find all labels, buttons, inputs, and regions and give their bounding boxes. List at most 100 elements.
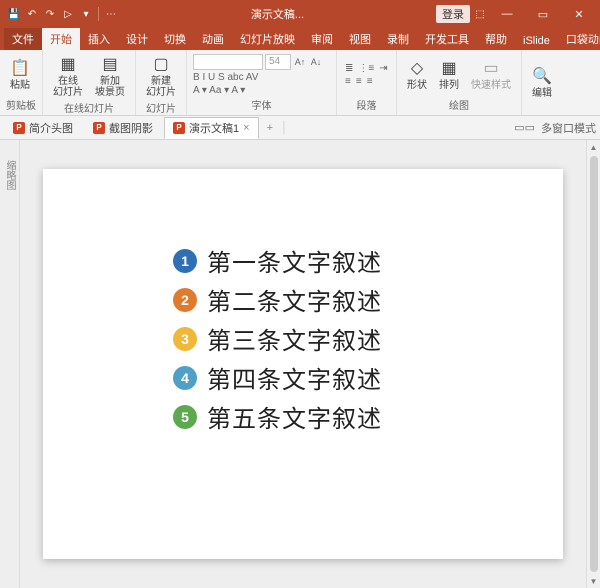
group-label-clipboard: 剪贴板 [6, 97, 36, 113]
minimize-button[interactable]: — [490, 0, 524, 28]
tab-developer[interactable]: 开发工具 [417, 28, 477, 50]
scroll-down-icon[interactable]: ▼ [587, 574, 600, 588]
align-left-icon[interactable]: ≡ [343, 76, 353, 87]
tab-help[interactable]: 帮助 [477, 28, 515, 50]
numbering-icon[interactable]: ⋮≡ [356, 63, 376, 74]
ribbon-body: 📋 粘贴 剪贴板 ▦ 在线 幻灯片 ▤ 新加 坡景页 在线幻灯片 ▢ 新建 幻灯… [0, 50, 600, 116]
doc-tab-label: 演示文稿1 [189, 120, 239, 136]
scroll-up-icon[interactable]: ▲ [587, 140, 600, 154]
ribbon-options-icon[interactable]: ⋯ [103, 6, 119, 22]
editing-button[interactable]: 🔍 编辑 [528, 64, 556, 101]
tab-pocket-anim[interactable]: 口袋动画 PA [558, 28, 600, 50]
multi-window-icon: ▭▭ [514, 121, 535, 134]
slide[interactable]: 1 第一条文字叙述 2 第二条文字叙述 3 第三条文字叙述 4 第四条文字叙述 … [43, 169, 563, 559]
doc-tab-label: 截图阴影 [109, 120, 153, 136]
title-bar: 💾 ↶ ↷ ▷ ▾ ⋯ 演示文稿... 登录 ⬚ — ▭ ✕ [0, 0, 600, 28]
indent-icon[interactable]: ⇥ [377, 63, 389, 74]
ppt-icon: P [93, 122, 105, 134]
close-button[interactable]: ✕ [562, 0, 596, 28]
list-item-text: 第四条文字叙述 [207, 360, 382, 395]
bullet-number: 2 [173, 288, 197, 312]
tab-insert[interactable]: 插入 [80, 28, 118, 50]
font-color-row[interactable]: A ▾ Aa ▾ A ▾ [193, 85, 323, 96]
new-slide-icon: ▢ [151, 54, 171, 74]
qat-more-icon[interactable]: ▾ [78, 6, 94, 22]
list-item: 1 第一条文字叙述 [173, 243, 523, 278]
group-label-font: 字体 [193, 97, 330, 113]
font-style-row[interactable]: B I U S abc AV [193, 72, 323, 83]
arrange-icon: ▦ [439, 58, 459, 78]
group-online-slides: ▦ 在线 幻灯片 ▤ 新加 坡景页 在线幻灯片 [43, 50, 136, 115]
group-font: 54 A↑ A↓ B I U S abc AV A ▾ Aa ▾ A ▾ 字体 [187, 50, 337, 115]
bullet-number: 1 [173, 249, 197, 273]
tab-slideshow[interactable]: 幻灯片放映 [232, 28, 303, 50]
list-item: 2 第二条文字叙述 [173, 282, 523, 317]
slide-canvas-area: 1 第一条文字叙述 2 第二条文字叙述 3 第三条文字叙述 4 第四条文字叙述 … [20, 140, 586, 588]
shapes-icon: ◇ [407, 58, 427, 78]
bullet-number: 5 [173, 405, 197, 429]
quick-styles-button[interactable]: ▭ 快速样式 [467, 56, 515, 93]
tab-animations[interactable]: 动画 [194, 28, 232, 50]
redo-icon[interactable]: ↷ [42, 6, 58, 22]
multi-window-button[interactable]: 多窗口模式 [541, 120, 596, 136]
new-tab-button[interactable]: + [261, 122, 279, 134]
tab-file[interactable]: 文件 [4, 28, 42, 50]
online-slide-button[interactable]: ▦ 在线 幻灯片 [49, 52, 87, 100]
window-title: 演示文稿... [119, 6, 436, 22]
doc-tab-2[interactable]: P 演示文稿1 × [164, 117, 259, 139]
close-tab-icon[interactable]: × [243, 122, 249, 134]
work-area: 缩略图 1 第一条文字叙述 2 第二条文字叙述 3 第三条文字叙述 4 第四条 [0, 140, 600, 588]
list-item: 3 第三条文字叙述 [173, 321, 523, 356]
list-item-text: 第二条文字叙述 [207, 282, 382, 317]
list-item-text: 第三条文字叙述 [207, 321, 382, 356]
tab-transitions[interactable]: 切换 [156, 28, 194, 50]
tab-record[interactable]: 录制 [379, 28, 417, 50]
group-label-online: 在线幻灯片 [49, 100, 129, 116]
align-right-icon[interactable]: ≡ [365, 76, 375, 87]
bullets-icon[interactable]: ≣ [343, 63, 355, 74]
tab-home[interactable]: 开始 [42, 28, 80, 50]
ribbon-display-icon[interactable]: ⬚ [472, 6, 488, 22]
bullet-number: 3 [173, 327, 197, 351]
document-tab-strip: P 简介头图 P 截图阴影 P 演示文稿1 × + │ ▭▭ 多窗口模式 [0, 116, 600, 140]
paste-button[interactable]: 📋 粘贴 [6, 56, 34, 93]
doc-tab-1[interactable]: P 截图阴影 [84, 117, 162, 139]
thumbnail-rail[interactable]: 缩略图 [0, 140, 20, 588]
presentation-icon: ▦ [58, 54, 78, 74]
font-size-input[interactable]: 54 [265, 54, 291, 70]
tab-review[interactable]: 审阅 [303, 28, 341, 50]
shapes-button[interactable]: ◇ 形状 [403, 56, 431, 93]
list-item-text: 第一条文字叙述 [207, 243, 382, 278]
slideshow-icon[interactable]: ▷ [60, 6, 76, 22]
grow-font-icon[interactable]: A↑ [293, 55, 307, 69]
tab-view[interactable]: 视图 [341, 28, 379, 50]
new-slide-button[interactable]: ▢ 新建 幻灯片 [142, 52, 180, 100]
vertical-scrollbar[interactable]: ▲ ▼ [586, 140, 600, 588]
tab-islide[interactable]: iSlide [515, 32, 558, 50]
doc-tab-0[interactable]: P 简介头图 [4, 117, 82, 139]
login-button[interactable]: 登录 [436, 5, 470, 23]
thumbnail-rail-label: 缩略图 [2, 160, 17, 190]
group-slides: ▢ 新建 幻灯片 幻灯片 [136, 50, 187, 115]
list-item: 4 第四条文字叙述 [173, 360, 523, 395]
scroll-thumb[interactable] [590, 156, 598, 572]
group-label-editing [528, 112, 556, 113]
ppt-icon: P [173, 122, 185, 134]
maximize-button[interactable]: ▭ [526, 0, 560, 28]
shrink-font-icon[interactable]: A↓ [309, 55, 323, 69]
list-item: 5 第五条文字叙述 [173, 399, 523, 434]
new-bg-button[interactable]: ▤ 新加 坡景页 [91, 52, 129, 100]
group-paragraph: ≣⋮≡⇥ ≡≡≡ 段落 [337, 50, 397, 115]
undo-icon[interactable]: ↶ [24, 6, 40, 22]
bullet-number: 4 [173, 366, 197, 390]
group-label-slides: 幻灯片 [142, 100, 180, 116]
arrange-button[interactable]: ▦ 排列 [435, 56, 463, 93]
tab-design[interactable]: 设计 [118, 28, 156, 50]
group-drawing: ◇ 形状 ▦ 排列 ▭ 快速样式 绘图 [397, 50, 522, 115]
group-label-drawing: 绘图 [403, 97, 515, 113]
font-family-input[interactable] [193, 54, 263, 70]
save-icon[interactable]: 💾 [6, 6, 22, 22]
list-item-text: 第五条文字叙述 [207, 399, 382, 434]
find-icon: 🔍 [532, 66, 552, 86]
align-center-icon[interactable]: ≡ [354, 76, 364, 87]
